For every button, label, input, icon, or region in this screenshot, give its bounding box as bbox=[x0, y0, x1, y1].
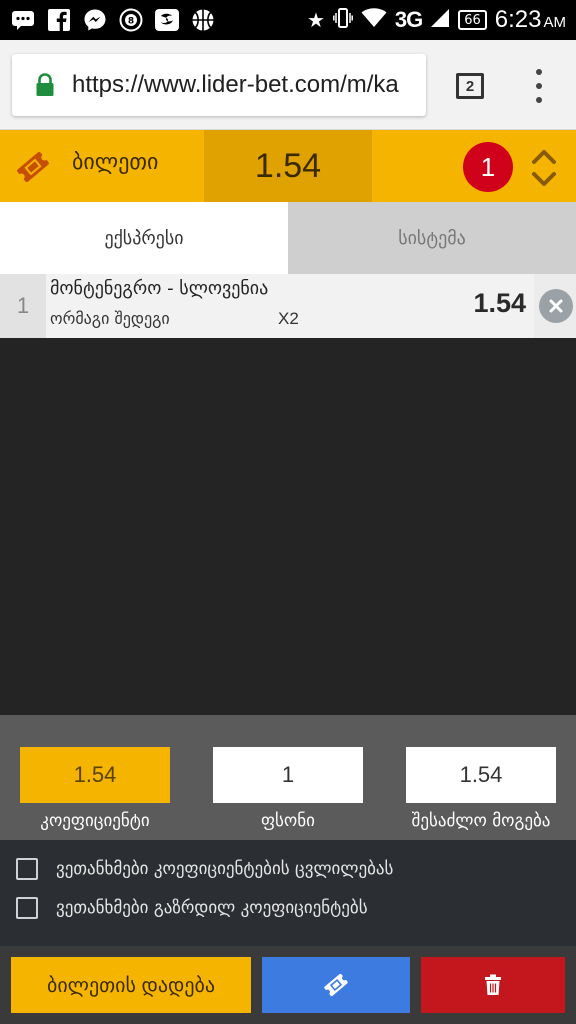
possible-win-label: შესაძლო მოგება bbox=[411, 811, 551, 831]
browser-menu-button[interactable] bbox=[528, 69, 550, 103]
app-notification-icon bbox=[154, 8, 180, 32]
menu-dot-icon bbox=[536, 97, 542, 103]
delete-ticket-button[interactable] bbox=[421, 957, 565, 1013]
coefficient-label: კოეფიციენტი bbox=[40, 811, 150, 831]
ticket-title: ბილეთი bbox=[72, 150, 159, 175]
remove-bet-button[interactable] bbox=[539, 289, 573, 323]
possible-win-column: 1.54 შესაძლო მოგება bbox=[406, 747, 556, 831]
stake-input[interactable]: 1 bbox=[213, 747, 363, 803]
bet-odds: 1.54 bbox=[473, 288, 526, 318]
possible-win-value: 1.54 bbox=[406, 747, 556, 803]
trash-icon bbox=[485, 974, 501, 995]
browser-toolbar: https://www.lider-bet.com/m/ka 2 bbox=[0, 40, 576, 130]
clock-ampm: AM bbox=[543, 14, 567, 31]
accept-odds-change-checkbox[interactable] bbox=[16, 858, 38, 880]
ticket-icon bbox=[14, 150, 52, 184]
action-bar: ბილეთის დადება bbox=[0, 946, 576, 1024]
wifi-icon bbox=[361, 7, 387, 33]
bet-pick: X2 bbox=[278, 309, 299, 328]
options-panel: ვეთანხმები კოეფიციენტების ცვლილებას ვეთა… bbox=[0, 840, 576, 946]
facebook-icon bbox=[46, 8, 72, 32]
accept-odds-change-option[interactable]: ვეთანხმები კოეფიციენტების ცვლილებას bbox=[16, 858, 393, 880]
sms-icon bbox=[10, 8, 36, 32]
coefficient-value: 1.54 bbox=[20, 747, 170, 803]
expand-collapse-icon[interactable] bbox=[530, 148, 558, 188]
status-bar: 8 ★ 3G 66 6:23 AM bbox=[0, 0, 576, 40]
accept-increased-odds-option[interactable]: ვეთანხმები გაზრდილ კოეფიციენტებს bbox=[16, 897, 368, 919]
system-icons: ★ 3G 66 6:23 AM bbox=[307, 6, 566, 34]
accept-increased-odds-checkbox[interactable] bbox=[16, 897, 38, 919]
accept-odds-change-label: ვეთანხმები კოეფიციენტების ცვლილებას bbox=[56, 859, 394, 879]
ticket-button[interactable] bbox=[262, 957, 410, 1013]
app-screen: 8 ★ 3G 66 6:23 AM https://www.lider-bet.… bbox=[0, 0, 576, 1024]
network-type: 3G bbox=[394, 7, 423, 32]
vibrate-icon bbox=[332, 7, 353, 34]
clock: 6:23 AM bbox=[495, 6, 566, 34]
total-odds: 1.54 bbox=[204, 130, 372, 202]
empty-area bbox=[0, 338, 576, 715]
stake-label: ფსონი bbox=[261, 811, 315, 831]
star-icon: ★ bbox=[306, 8, 325, 32]
ticket-icon bbox=[324, 973, 348, 997]
menu-dot-icon bbox=[536, 83, 542, 89]
summary-panel: 1.54 კოეფიციენტი 1 ფსონი 1.54 შესაძლო მო… bbox=[0, 715, 576, 840]
bet-market-name: ორმაგი შედეგი bbox=[50, 309, 170, 328]
stake-column: 1 ფსონი bbox=[213, 747, 363, 831]
signal-icon bbox=[430, 8, 450, 33]
coefficient-column: 1.54 კოეფიციენტი bbox=[20, 747, 170, 831]
bet-count-badge: 1 bbox=[463, 142, 513, 192]
close-icon bbox=[549, 299, 563, 313]
billiard-8-icon: 8 bbox=[118, 8, 144, 32]
bet-index: 1 bbox=[0, 274, 46, 338]
bet-row: 1 მონტენეგრო - სლოვენია ორმაგი შედეგი X2… bbox=[0, 274, 576, 338]
clock-time: 6:23 bbox=[494, 6, 542, 33]
svg-text:8: 8 bbox=[128, 17, 134, 27]
notification-icons: 8 bbox=[10, 8, 216, 32]
menu-dot-icon bbox=[536, 69, 542, 75]
bet-event-name: მონტენეგრო - სლოვენია bbox=[50, 278, 269, 299]
battery-level: 66 bbox=[458, 10, 487, 30]
tab-system[interactable]: სისტემა bbox=[288, 202, 576, 274]
tab-switcher-button[interactable]: 2 bbox=[456, 73, 484, 99]
url-text: https://www.lider-bet.com/m/ka bbox=[72, 71, 399, 98]
address-bar[interactable]: https://www.lider-bet.com/m/ka bbox=[12, 54, 426, 116]
messenger-icon bbox=[82, 8, 108, 32]
tab-express[interactable]: ექსპრესი bbox=[0, 202, 288, 274]
basketball-icon bbox=[190, 8, 216, 32]
accept-increased-odds-label: ვეთანხმები გაზრდილ კოეფიციენტებს bbox=[56, 898, 368, 918]
place-bet-button[interactable]: ბილეთის დადება bbox=[11, 957, 251, 1013]
bet-details: მონტენეგრო - სლოვენია ორმაგი შედეგი X2 1… bbox=[46, 274, 534, 338]
lock-icon bbox=[34, 73, 56, 97]
